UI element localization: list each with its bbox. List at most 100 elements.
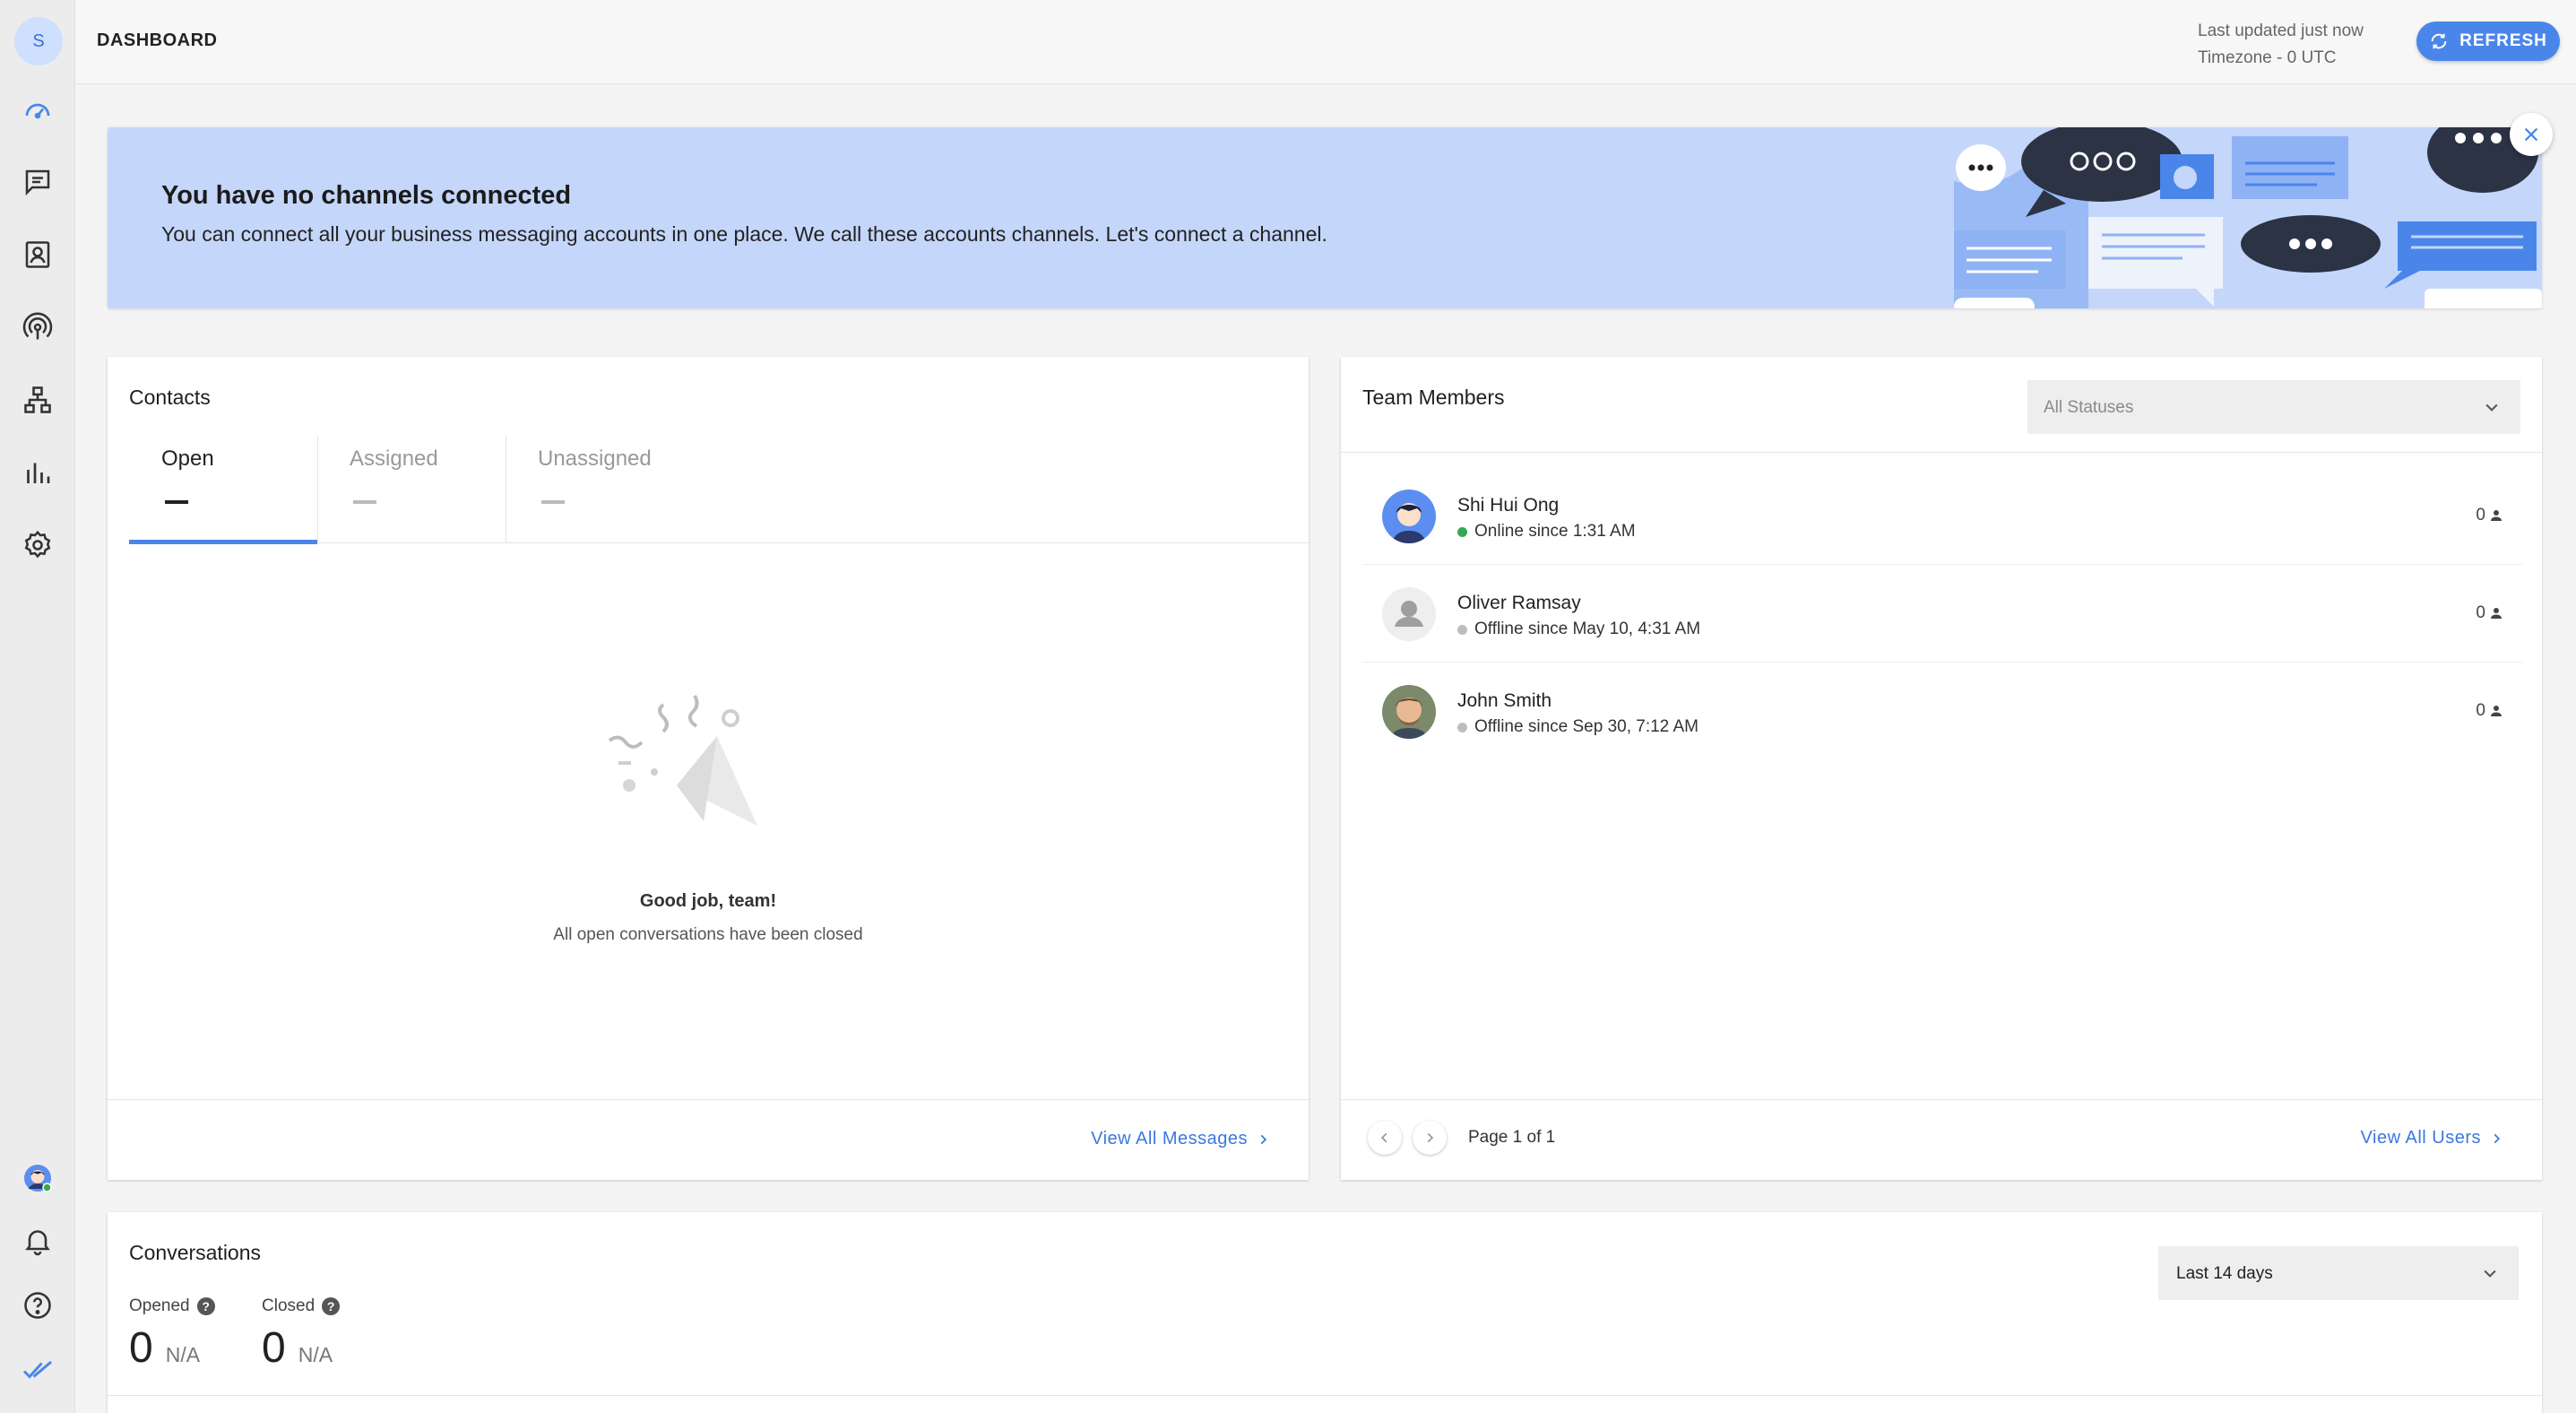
contacts-footer: View All Messages (108, 1099, 1309, 1180)
contacts-tabs: Open Assigned Unassigned (129, 436, 1309, 544)
metric-value-row: 0 N/A (262, 1323, 340, 1373)
metric-closed-value: 0 (262, 1324, 286, 1372)
member-name: Oliver Ramsay (1457, 593, 1581, 613)
member-status: Offline since May 10, 4:31 AM (1457, 620, 1700, 639)
reports-icon (27, 463, 50, 483)
divider (108, 1395, 2542, 1396)
sidebar-item-broadcasts[interactable] (16, 306, 59, 349)
chevron-right-icon (1427, 1132, 1434, 1143)
banner-close-button[interactable] (2510, 113, 2553, 156)
team-member-row[interactable]: Oliver Ramsay Offline since May 10, 4:31… (1362, 566, 2522, 663)
status-filter-select[interactable]: All Statuses (2027, 380, 2520, 434)
timezone-text: Timezone - 0 UTC (2198, 48, 2337, 67)
team-member-row[interactable]: Shi Hui Ong Online since 1:31 AM 0 (1362, 468, 2522, 565)
avatar (1382, 490, 1436, 543)
chevron-right-icon (1260, 1134, 1267, 1144)
tab-unassigned[interactable]: Unassigned (506, 436, 694, 543)
sidebar: S (0, 0, 75, 1413)
view-all-users-link[interactable]: View All Users (2361, 1128, 2503, 1149)
help-icon[interactable]: ? (322, 1297, 341, 1315)
sidebar-item-reports[interactable] (16, 451, 59, 494)
chat-bubbles-illustration (1954, 127, 2542, 308)
sidebar-item-workflows[interactable] (16, 378, 59, 421)
empty-state-title: Good job, team! (639, 891, 777, 911)
tab-open-value (165, 500, 188, 504)
member-status: Offline since Sep 30, 7:12 AM (1457, 717, 1699, 737)
chevron-down-icon (2485, 403, 2498, 412)
conversations-title: Conversations (129, 1241, 262, 1264)
bell-icon (25, 1230, 50, 1256)
sidebar-item-dashboard[interactable] (16, 89, 59, 132)
chevron-left-icon (1380, 1132, 1387, 1143)
date-range-select[interactable]: Last 14 days (2158, 1246, 2519, 1300)
chevron-right-icon (2494, 1133, 2501, 1143)
person-icon (2491, 510, 2502, 521)
last-updated-info: Last updated just now Timezone - 0 UTC (2198, 18, 2364, 72)
member-name: Shi Hui Ong (1457, 495, 1560, 516)
sidebar-logo[interactable] (16, 1348, 59, 1391)
sidebar-item-settings[interactable] (16, 524, 59, 567)
person-icon (2491, 706, 2502, 716)
member-status-text: Online since 1:31 AM (1474, 522, 1636, 541)
view-all-messages-link[interactable]: View All Messages (1091, 1129, 1269, 1149)
refresh-icon (2431, 33, 2447, 49)
next-page-button[interactable] (1413, 1121, 1447, 1155)
tab-unassigned-value (541, 500, 565, 504)
help-icon (24, 1292, 51, 1319)
metric-closed-label: Closed (262, 1296, 316, 1315)
no-channels-banner: You have no channels connected You can c… (108, 127, 2542, 308)
empty-state-subtitle: All open conversations have been closed (553, 925, 863, 944)
message-icon (25, 169, 50, 196)
last-updated-text: Last updated just now (2198, 22, 2364, 40)
sidebar-notifications[interactable] (16, 1219, 59, 1262)
broadcast-icon (22, 312, 53, 340)
default-user-icon (1382, 587, 1436, 641)
metric-opened-value: 0 (129, 1324, 153, 1372)
member-contact-count: 0 (2476, 506, 2504, 525)
team-member-row[interactable]: John Smith Offline since Sep 30, 7:12 AM… (1362, 663, 2522, 760)
tab-assigned-label: Assigned (350, 446, 438, 471)
metric-label: Closed? (262, 1296, 341, 1316)
refresh-button[interactable]: REFRESH (2416, 22, 2560, 61)
person-icon (2491, 608, 2502, 619)
workspace-initial: S (32, 30, 45, 51)
sidebar-help[interactable] (16, 1284, 59, 1327)
team-members-title: Team Members (1362, 386, 1505, 409)
sidebar-user-avatar[interactable] (16, 1157, 59, 1200)
team-members-card: Team Members All Statuses Shi Hui Ong On… (1341, 357, 2542, 1180)
member-contact-count: 0 (2476, 701, 2504, 721)
tab-assigned[interactable]: Assigned (317, 436, 506, 543)
contacts-title: Contacts (129, 386, 211, 409)
view-all-messages-label: View All Messages (1091, 1129, 1248, 1149)
metric-opened: Opened? 0 N/A (129, 1296, 215, 1373)
user-photo-icon (1382, 685, 1436, 739)
tab-open[interactable]: Open (129, 436, 317, 544)
metric-closed: Closed? 0 N/A (262, 1296, 341, 1373)
member-contact-count: 0 (2476, 603, 2504, 623)
metric-closed-change: N/A (298, 1343, 333, 1366)
avatar (1382, 587, 1436, 641)
member-status-text: Offline since May 10, 4:31 AM (1474, 620, 1701, 638)
chevron-down-icon (2484, 1270, 2496, 1278)
workspace-avatar[interactable]: S (14, 17, 63, 65)
divider (1341, 452, 2542, 453)
conversations-card: Conversations Last 14 days Opened? 0 N/A … (108, 1212, 2542, 1413)
contacts-icon (25, 241, 50, 268)
user-avatar-icon (24, 1165, 52, 1192)
previous-page-button[interactable] (1368, 1121, 1402, 1155)
page-title: DASHBOARD (97, 30, 218, 50)
banner-title: You have no channels connected (161, 181, 572, 210)
offline-dot (1457, 624, 1467, 635)
member-status-text: Offline since Sep 30, 7:12 AM (1474, 717, 1699, 736)
sidebar-item-messages[interactable] (16, 160, 59, 204)
workflow-icon (24, 386, 51, 413)
member-status: Online since 1:31 AM (1457, 522, 1636, 542)
user-photo-icon (1382, 490, 1436, 543)
help-icon[interactable]: ? (196, 1297, 215, 1315)
active-tab-indicator (129, 540, 317, 544)
offline-dot (1457, 722, 1467, 733)
metric-value-row: 0 N/A (129, 1323, 215, 1373)
close-icon (2524, 127, 2538, 142)
refresh-label: REFRESH (2459, 31, 2547, 50)
sidebar-item-contacts[interactable] (16, 233, 59, 276)
